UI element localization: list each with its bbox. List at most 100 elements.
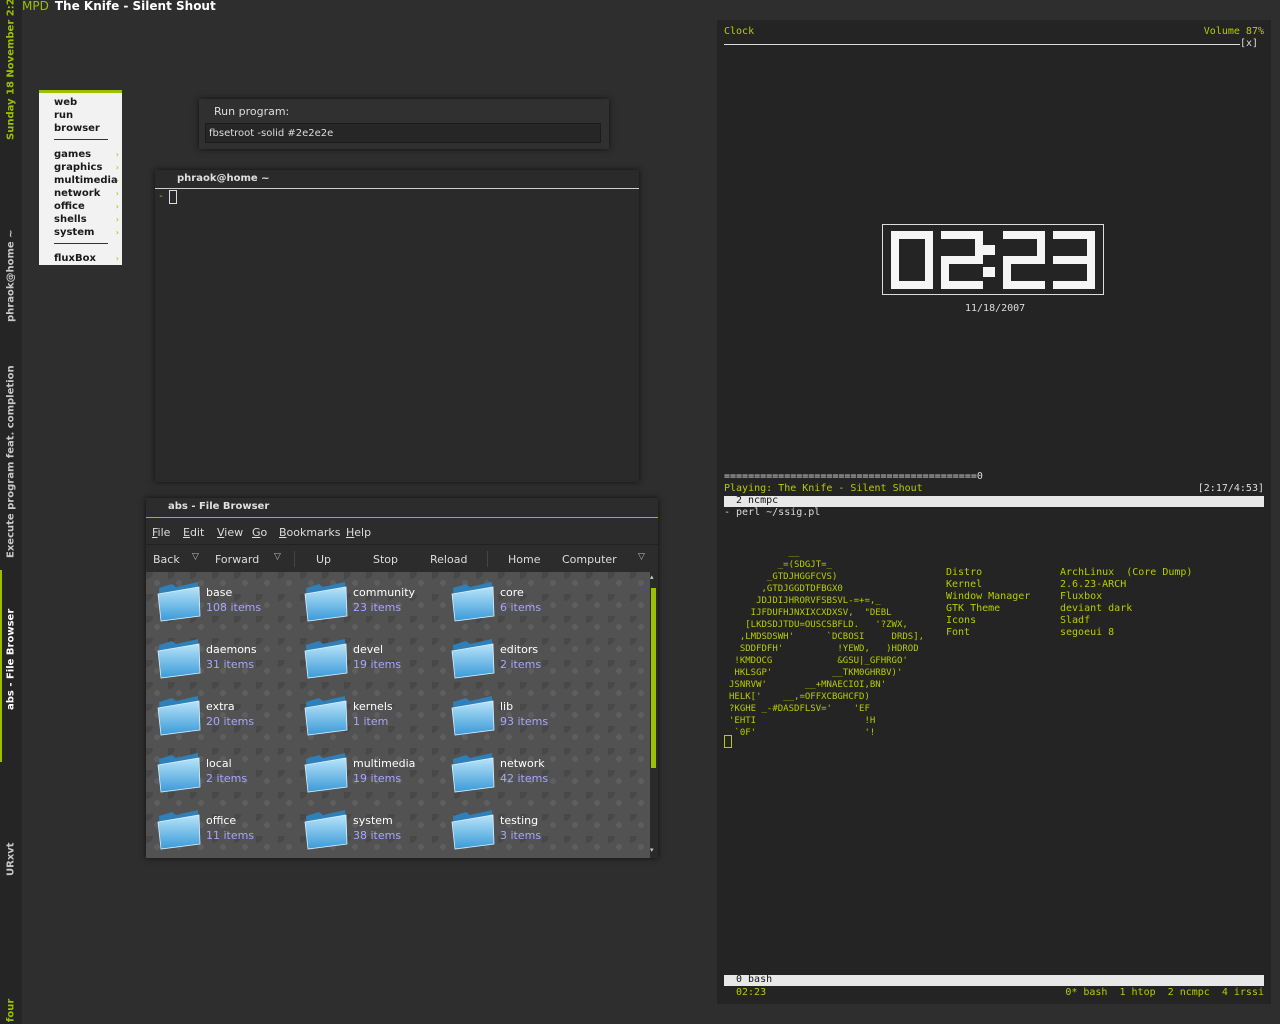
back-button[interactable]: Back	[153, 553, 180, 566]
task-terminal[interactable]: phraok@home ~	[6, 229, 17, 322]
menu-item-graphics[interactable]: graphics	[54, 162, 102, 174]
folder-icon	[304, 810, 348, 850]
terminal-window[interactable]: phraok@home ~ -	[155, 170, 639, 482]
menu-go[interactable]: Go	[252, 526, 267, 539]
folder-item[interactable]: testing 3 items	[450, 806, 590, 856]
folder-item[interactable]: community 23 items	[303, 578, 443, 628]
folder-item[interactable]: daemons 31 items	[156, 635, 296, 685]
menu-item-multimedia[interactable]: multimedia	[54, 175, 118, 187]
menu-separator	[54, 243, 108, 244]
sysinfo-key: Distro	[946, 567, 983, 578]
chevron-down-icon[interactable]: ▽	[638, 552, 645, 562]
folder-item[interactable]: core 6 items	[450, 578, 590, 628]
workspace-label[interactable]: four	[6, 999, 17, 1022]
task-file-browser[interactable]: abs - File Browser	[6, 609, 17, 710]
task-urxvt[interactable]: URxvt	[6, 842, 17, 876]
folder-item[interactable]: system 38 items	[303, 806, 443, 856]
folder-item[interactable]: kernels 1 item	[303, 692, 443, 742]
folder-name: local	[206, 757, 232, 770]
menu-help[interactable]: Help	[346, 526, 371, 539]
reload-button[interactable]: Reload	[430, 553, 467, 566]
scroll-down-icon[interactable]: ▾	[650, 846, 654, 854]
active-task-indicator	[0, 570, 2, 762]
folder-item-count: 11 items	[206, 829, 255, 842]
sysinfo-value: deviant dark	[1060, 603, 1133, 614]
menubar: File Edit View Go Bookmarks Help	[146, 520, 658, 544]
folder-item[interactable]: extra 20 items	[156, 692, 296, 742]
menu-item-run[interactable]: run	[54, 110, 73, 122]
scroll-up-icon[interactable]: ▴	[650, 573, 654, 581]
folder-item[interactable]: lib 93 items	[450, 692, 590, 742]
folder-item[interactable]: editors 2 items	[450, 635, 590, 685]
sysinfo-key: GTK Theme	[946, 603, 1001, 614]
submenu-arrow-icon: ›	[115, 254, 119, 263]
window-title-label: 0 bash	[736, 974, 773, 985]
folder-item-count: 93 items	[500, 715, 549, 728]
folder-item[interactable]: local 2 items	[156, 749, 296, 799]
folder-name: testing	[500, 814, 539, 827]
folder-name: multimedia	[353, 757, 416, 770]
forward-button[interactable]: Forward	[215, 553, 259, 566]
submenu-arrow-icon: ›	[115, 163, 119, 172]
submenu-arrow-icon: ›	[115, 176, 119, 185]
sysinfo-key: Kernel	[946, 579, 983, 590]
folder-item-count: 23 items	[353, 601, 402, 614]
folder-icon	[157, 639, 201, 679]
menu-item-games[interactable]: games	[54, 149, 91, 161]
folder-icon	[451, 753, 495, 793]
sysinfo-value: 2.6.23-ARCH	[1060, 579, 1127, 590]
terminal-prompt: -	[158, 191, 165, 202]
chevron-down-icon[interactable]: ▽	[192, 552, 199, 562]
stop-button[interactable]: Stop	[373, 553, 398, 566]
folder-icon	[157, 696, 201, 736]
menu-item-office[interactable]: office	[54, 201, 85, 213]
taskbar-date: Sunday 18 November 2:23	[5, 0, 17, 140]
menu-bookmarks[interactable]: Bookmarks	[279, 526, 340, 539]
folder-name: core	[500, 586, 524, 599]
screen-window-list[interactable]: 0* bash 1 htop 2 ncmpc 4 irssi	[1065, 987, 1264, 998]
sysinfo-key: Font	[946, 627, 971, 638]
computer-button[interactable]: Computer	[562, 553, 617, 566]
menu-item-network[interactable]: network	[54, 188, 100, 200]
folder-item-count: 1 item	[353, 715, 389, 728]
ncmpc-screen-title: Clock	[724, 26, 755, 37]
folder-item[interactable]: multimedia 19 items	[303, 749, 443, 799]
folder-item[interactable]: network 42 items	[450, 749, 590, 799]
menu-file[interactable]: File	[152, 526, 170, 539]
toolbar: Back ▽ Forward ▽ Up Stop Reload Home Com…	[146, 544, 658, 573]
menu-item-system[interactable]: system	[54, 227, 94, 239]
close-button[interactable]: [x]	[1240, 38, 1258, 49]
task-run-program[interactable]: Execute program feat. completion	[6, 365, 17, 558]
menu-item-fluxbox[interactable]: fluxBox	[54, 253, 96, 265]
folder-item-count: 31 items	[206, 658, 255, 671]
now-playing-bar: MPD The Knife - Silent Shout	[22, 0, 216, 14]
folder-icon	[157, 810, 201, 850]
menu-edit[interactable]: Edit	[183, 526, 204, 539]
sysinfo-value: segoeui 8	[1060, 627, 1115, 638]
menu-item-browser[interactable]: browser	[54, 123, 100, 135]
folder-item[interactable]: base 108 items	[156, 578, 296, 628]
menu-item-web[interactable]: web	[54, 97, 77, 109]
folder-item-count: 2 items	[500, 658, 542, 671]
menu-item-shells[interactable]: shells	[54, 214, 87, 226]
submenu-arrow-icon: ›	[115, 189, 119, 198]
folder-icon	[304, 639, 348, 679]
folder-item-count: 19 items	[353, 772, 402, 785]
file-icon-view[interactable]: base 108 items community 23 items core 6 item…	[146, 572, 650, 858]
run-command-input[interactable]: fbsetroot -solid #2e2e2e	[205, 123, 601, 143]
folder-item[interactable]: devel 19 items	[303, 635, 443, 685]
submenu-arrow-icon: ›	[115, 215, 119, 224]
folder-icon	[451, 696, 495, 736]
home-button[interactable]: Home	[508, 553, 540, 566]
folder-item[interactable]: office 11 items	[156, 806, 296, 856]
chevron-down-icon[interactable]: ▽	[274, 552, 281, 562]
clock-digits	[891, 231, 1095, 289]
file-browser-title: abs - File Browser	[168, 501, 270, 512]
scrollbar-thumb[interactable]	[651, 588, 656, 768]
folder-name: editors	[500, 643, 539, 656]
menu-view[interactable]: View	[217, 526, 243, 539]
up-button[interactable]: Up	[316, 553, 331, 566]
screen-terminal-window[interactable]: Clock Volume 87% [x] 11/18/2007 ========…	[717, 20, 1271, 1004]
folder-icon	[304, 696, 348, 736]
screen-window-title: 0 bash	[724, 974, 1264, 986]
